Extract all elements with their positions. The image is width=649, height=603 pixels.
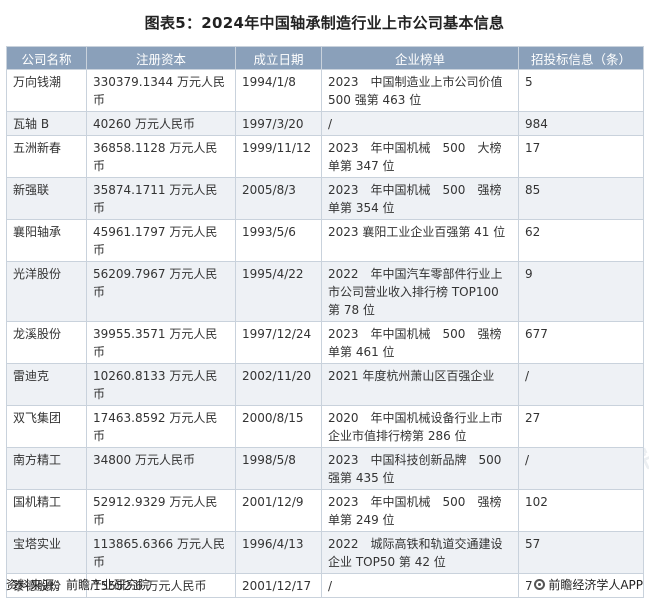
cell-ranking: 2020 年中国机械设备行业上市企业市值排行榜第 286 位: [321, 405, 519, 448]
table-row: 宝塔实业 113865.6366 万元人民币 1996/4/13 2022 城际高铁和…: [6, 531, 644, 574]
cell-ranking: 2023 年中国机械 500 强榜单第 354 位: [321, 177, 519, 220]
cell-ranking: 2022 年中国汽车零部件行业上市公司营业收入排行榜 TOP100 第 78 位: [321, 261, 519, 322]
table-row: 光洋股份 56209.7967 万元人民币 1995/4/22 2022 年中国汽车零…: [6, 261, 644, 322]
table-row: 新强联 35874.1711 万元人民币 2005/8/3 2023 年中国机械 50…: [6, 177, 644, 220]
cell-registered-capital: 39955.3571 万元人民币: [86, 321, 236, 364]
table-row: 双飞集团 17463.8592 万元人民币 2000/8/15 2020 年中国机械设…: [6, 405, 644, 448]
table-body: 万向钱潮 330379.1344 万元人民币 1994/1/8 2023 中国制造业上…: [6, 69, 644, 598]
cell-company-name: 万向钱潮: [6, 69, 87, 112]
cell-bidding-count: 57: [518, 531, 644, 574]
cell-company-name: 南方精工: [6, 447, 87, 490]
table-row: 万向钱潮 330379.1344 万元人民币 1994/1/8 2023 中国制造业上…: [6, 69, 644, 112]
cell-founding-date: 2001/12/9: [235, 489, 322, 532]
cell-founding-date: 1999/11/12: [235, 135, 322, 178]
cell-ranking: 2022 城际高铁和轨道交通建设企业 TOP50 第 42 位: [321, 531, 519, 574]
header-company-name: 公司名称: [6, 46, 87, 70]
brand-credit: 前瞻经济学人APP: [534, 576, 643, 593]
header-founding-date: 成立日期: [235, 46, 322, 70]
cell-ranking: 2023 年中国机械 500 强榜单第 249 位: [321, 489, 519, 532]
cell-bidding-count: 27: [518, 405, 644, 448]
table-row: 雷迪克 10260.8133 万元人民币 2002/11/20 2021 年度杭州萧山…: [6, 363, 644, 406]
cell-registered-capital: 113865.6366 万元人民币: [86, 531, 236, 574]
cell-company-name: 瓦轴 B: [6, 111, 87, 136]
cell-company-name: 国机精工: [6, 489, 87, 532]
cell-founding-date: 2005/8/3: [235, 177, 322, 220]
cell-registered-capital: 52912.9329 万元人民币: [86, 489, 236, 532]
cell-registered-capital: 36858.1128 万元人民币: [86, 135, 236, 178]
cell-founding-date: 1993/5/6: [235, 219, 322, 262]
cell-ranking: 2023 年中国机械 500 大榜单第 347 位: [321, 135, 519, 178]
cell-company-name: 雷迪克: [6, 363, 87, 406]
cell-registered-capital: 35874.1711 万元人民币: [86, 177, 236, 220]
cell-bidding-count: 85: [518, 177, 644, 220]
cell-bidding-count: 9: [518, 261, 644, 322]
cell-bidding-count: 17: [518, 135, 644, 178]
cell-ranking: /: [321, 573, 519, 598]
table-row: 瓦轴 B 40260 万元人民币 1997/3/20/984: [6, 111, 644, 136]
cell-company-name: 光洋股份: [6, 261, 87, 322]
cell-ranking: /: [321, 111, 519, 136]
cell-bidding-count: 5: [518, 69, 644, 112]
cell-registered-capital: 40260 万元人民币: [86, 111, 236, 136]
cell-registered-capital: 10260.8133 万元人民币: [86, 363, 236, 406]
cell-registered-capital: 330379.1344 万元人民币: [86, 69, 236, 112]
cell-founding-date: 2002/11/20: [235, 363, 322, 406]
table-header-row: 公司名称 注册资本 成立日期 企业榜单 招投标信息（条）: [6, 46, 644, 70]
cell-bidding-count: /: [518, 363, 644, 406]
header-registered-capital: 注册资本: [86, 46, 236, 70]
table-row: 国机精工 52912.9329 万元人民币 2001/12/9 2023 年中国机械 …: [6, 489, 644, 532]
cell-founding-date: 2001/12/17: [235, 573, 322, 598]
table-row: 襄阳轴承 45961.1797 万元人民币 1993/5/6 2023 襄阳工业企业百…: [6, 219, 644, 262]
cell-bidding-count: 102: [518, 489, 644, 532]
cell-company-name: 襄阳轴承: [6, 219, 87, 262]
cell-founding-date: 1998/5/8: [235, 447, 322, 490]
header-bidding-info: 招投标信息（条）: [518, 46, 644, 70]
table-row: 南方精工 34800 万元人民币 1998/5/8 2023 中国科技创新品牌 500…: [6, 447, 644, 490]
chart-title: 图表5：2024年中国轴承制造行业上市公司基本信息: [144, 14, 505, 32]
cell-company-name: 五洲新春: [6, 135, 87, 178]
cell-registered-capital: 56209.7967 万元人民币: [86, 261, 236, 322]
cell-ranking: 2023 年中国机械 500 强榜单第 461 位: [321, 321, 519, 364]
cell-founding-date: 1996/4/13: [235, 531, 322, 574]
brand-name: 前瞻经济学人APP: [548, 578, 643, 592]
cell-founding-date: 1995/4/22: [235, 261, 322, 322]
cell-company-name: 新强联: [6, 177, 87, 220]
header-rankings: 企业榜单: [321, 46, 519, 70]
cell-registered-capital: 34800 万元人民币: [86, 447, 236, 490]
cell-bidding-count: 677: [518, 321, 644, 364]
cell-founding-date: 1997/12/24: [235, 321, 322, 364]
table-row: 龙溪股份 39955.3571 万元人民币 1997/12/24 2023 年中国机械…: [6, 321, 644, 364]
source-note: 资料来源：前瞻产业研究院: [6, 578, 151, 592]
cell-ranking: 2023 襄阳工业企业百强第 41 位: [321, 219, 519, 262]
cell-ranking: 2021 年度杭州萧山区百强企业: [321, 363, 519, 406]
cell-ranking: 2023 中国制造业上市公司价值 500 强第 463 位: [321, 69, 519, 112]
cell-company-name: 龙溪股份: [6, 321, 87, 364]
table-row: 五洲新春 36858.1128 万元人民币 1999/11/12 2023 年中国机械…: [6, 135, 644, 178]
cell-company-name: 宝塔实业: [6, 531, 87, 574]
cell-founding-date: 2000/8/15: [235, 405, 322, 448]
cell-bidding-count: 62: [518, 219, 644, 262]
cell-bidding-count: /: [518, 447, 644, 490]
cell-founding-date: 1994/1/8: [235, 69, 322, 112]
brand-logo-icon: [534, 579, 546, 590]
company-info-table: 公司名称 注册资本 成立日期 企业榜单 招投标信息（条） 万向钱潮 330379.…: [6, 46, 644, 598]
cell-registered-capital: 17463.8592 万元人民币: [86, 405, 236, 448]
cell-bidding-count: 984: [518, 111, 644, 136]
cell-ranking: 2023 中国科技创新品牌 500 强第 435 位: [321, 447, 519, 490]
cell-registered-capital: 45961.1797 万元人民币: [86, 219, 236, 262]
cell-founding-date: 1997/3/20: [235, 111, 322, 136]
cell-company-name: 双飞集团: [6, 405, 87, 448]
